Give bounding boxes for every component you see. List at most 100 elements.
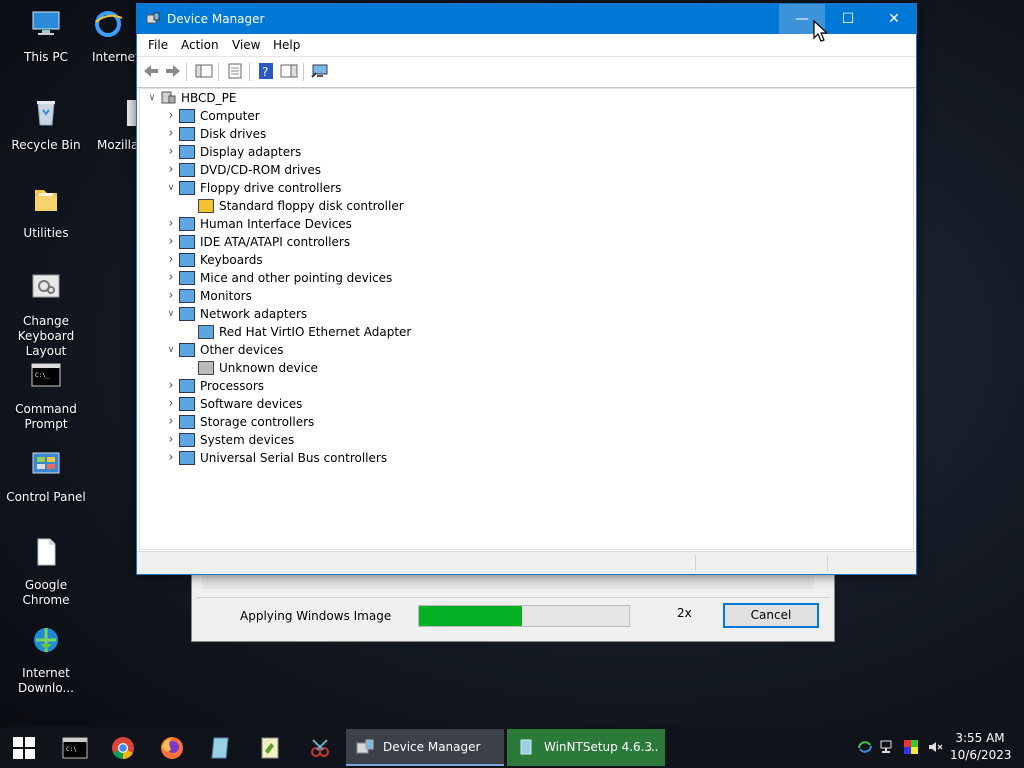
floppy-controller-icon xyxy=(179,181,195,195)
chevron-right-icon[interactable]: › xyxy=(165,269,177,287)
computer-icon xyxy=(32,11,60,35)
window-title: Device Manager xyxy=(167,12,265,26)
taskbar-task-label: WinNTSetup 4.6.3 xyxy=(544,740,653,754)
winntsetup-progress-fill xyxy=(419,606,522,626)
chevron-right-icon[interactable]: › xyxy=(165,251,177,269)
desktop-icon-mozilla[interactable]: Mozilla xyxy=(97,96,137,153)
device-manager-icon xyxy=(146,12,160,24)
chevron-right-icon[interactable]: › xyxy=(165,233,177,251)
chevron-right-icon[interactable]: › xyxy=(165,125,177,143)
keyboard-icon xyxy=(179,253,195,267)
svg-text:?: ? xyxy=(262,65,268,79)
menu-help[interactable]: Help xyxy=(273,38,300,52)
monitor-icon xyxy=(179,289,195,303)
internet-explorer-icon xyxy=(95,11,123,37)
refresh-icon[interactable] xyxy=(857,739,873,755)
clock-date: 10/6/2023 xyxy=(950,748,1012,762)
monitor-icon xyxy=(179,109,195,123)
device-tree[interactable]: ∨ HBCD_PE › Computer › Disk drives › Display … xyxy=(139,88,914,550)
tree-category-label: Display adapters xyxy=(200,145,302,159)
maximize-button[interactable]: ☐ xyxy=(825,4,871,34)
usb-icon xyxy=(179,451,195,465)
chevron-down-icon[interactable]: ∨ xyxy=(165,341,177,359)
chevron-right-icon[interactable]: › xyxy=(165,431,177,449)
desktop-icon-this-pc[interactable]: This PC xyxy=(0,8,92,65)
unknown-device-icon xyxy=(179,343,195,357)
recycle-bin-icon xyxy=(37,101,55,126)
snipping-icon[interactable] xyxy=(307,735,333,761)
chevron-right-icon[interactable]: › xyxy=(165,395,177,413)
chevron-right-icon[interactable]: › xyxy=(165,161,177,179)
winntsetup-speed-label: 2x xyxy=(677,606,692,620)
taskbar-task-device-manager[interactable]: Device Manager xyxy=(346,729,504,766)
chevron-right-icon[interactable]: › xyxy=(165,107,177,125)
clock[interactable]: 3:55 AM 10/6/2023 xyxy=(950,730,1012,764)
close-button[interactable]: ✕ xyxy=(871,4,917,34)
tree-category-label: Keyboards xyxy=(200,253,263,267)
control-panel-icon xyxy=(32,452,60,474)
file-icon xyxy=(37,538,56,566)
close-icon: ✕ xyxy=(888,11,900,27)
chevron-right-icon[interactable]: › xyxy=(165,143,177,161)
start-icon[interactable] xyxy=(12,736,36,760)
hid-icon xyxy=(179,217,195,231)
desktop-icon-internet[interactable]: Internet xyxy=(92,8,136,65)
cancel-button[interactable]: Cancel xyxy=(723,603,819,628)
svg-text:C:\: C:\ xyxy=(66,746,77,753)
firefox-icon[interactable] xyxy=(159,735,185,761)
title-bar[interactable]: Device Manager — ☐ ✕ xyxy=(137,4,916,34)
minimize-icon: — xyxy=(795,11,809,27)
network-icon[interactable] xyxy=(879,739,895,755)
menu-bar: File Action View Help xyxy=(137,34,916,56)
chevron-down-icon[interactable]: ∨ xyxy=(165,305,177,323)
notepad-icon[interactable] xyxy=(208,735,234,761)
desktop-icon-internet-download-manager[interactable]: Internet Downlo... xyxy=(0,624,92,696)
menu-view[interactable]: View xyxy=(232,38,260,52)
chevron-right-icon[interactable]: › xyxy=(165,215,177,233)
editor-icon[interactable] xyxy=(257,735,283,761)
tree-device-label: Red Hat VirtIO Ethernet Adapter xyxy=(219,325,412,339)
winntsetup-progress-bar xyxy=(418,605,630,627)
action-pane-icon[interactable] xyxy=(280,63,298,79)
show-hide-tree-icon[interactable] xyxy=(195,63,213,79)
network-adapter-icon xyxy=(179,307,195,321)
chevron-right-icon[interactable]: › xyxy=(165,287,177,305)
tree-category-label: DVD/CD-ROM drives xyxy=(200,163,322,177)
chevron-down-icon[interactable]: ∨ xyxy=(165,179,177,197)
storage-controller-icon xyxy=(179,415,195,429)
desktop-icon-change-keyboard-layout[interactable]: Change Keyboard Layout xyxy=(0,272,92,359)
status-bar-divider xyxy=(827,555,828,571)
chevron-down-icon[interactable]: ∨ xyxy=(146,89,158,107)
forward-icon[interactable] xyxy=(164,63,182,79)
desktop-icon-control-panel[interactable]: Control Panel xyxy=(0,448,92,505)
taskbar-task-label: Device Manager xyxy=(383,740,481,754)
tree-category-label: Mice and other pointing devices xyxy=(200,271,393,285)
scan-hardware-icon[interactable] xyxy=(311,63,329,79)
back-icon[interactable] xyxy=(142,63,160,79)
chevron-right-icon[interactable]: › xyxy=(165,449,177,467)
maximize-icon: ☐ xyxy=(841,11,855,27)
taskbar-task-winntsetup[interactable]: WinNTSetup 4.6.3 ... xyxy=(507,729,665,766)
toolbar: ? xyxy=(137,56,916,88)
desktop-icon-google-chrome[interactable]: Google Chrome xyxy=(0,536,92,608)
help-icon[interactable]: ? xyxy=(257,63,275,79)
network-adapter-icon xyxy=(198,325,214,339)
winntsetup-icon xyxy=(520,739,532,755)
terminal-icon[interactable]: C:\ xyxy=(62,735,88,761)
chevron-right-icon[interactable]: › xyxy=(165,413,177,431)
menu-action[interactable]: Action xyxy=(181,38,219,52)
color-icon[interactable] xyxy=(903,739,919,755)
chevron-right-icon[interactable]: › xyxy=(165,377,177,395)
toolbar-separator xyxy=(218,63,219,81)
properties-icon[interactable] xyxy=(226,63,244,79)
system-device-icon xyxy=(179,433,195,447)
desktop-icon-command-prompt[interactable]: C:\_ Command Prompt xyxy=(0,360,92,432)
tree-category-label: Monitors xyxy=(200,289,252,303)
menu-file[interactable]: File xyxy=(148,38,168,52)
tree-category-label: Disk drives xyxy=(200,127,267,141)
mouse-cursor-icon xyxy=(813,20,827,42)
desktop-icon-recycle-bin[interactable]: Recycle Bin xyxy=(0,96,92,153)
chrome-icon[interactable] xyxy=(110,735,136,761)
desktop-icon-utilities[interactable]: Utilities xyxy=(0,184,92,241)
volume-muted-icon[interactable] xyxy=(927,739,943,755)
